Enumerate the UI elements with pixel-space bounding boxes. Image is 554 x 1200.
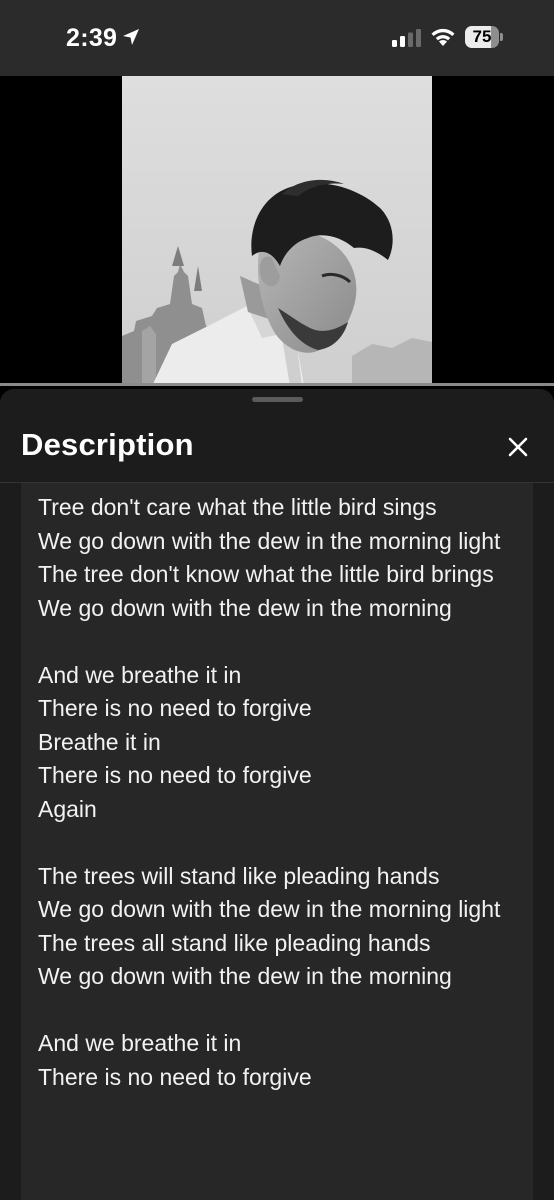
location-arrow-icon: [123, 29, 139, 45]
description-line: We go down with the dew in the morning l…: [38, 527, 501, 554]
description-line: The trees all stand like pleading hands: [38, 929, 431, 956]
description-line: We go down with the dew in the morning l…: [38, 896, 501, 922]
description-line: We go down with the dew in the morning: [38, 963, 452, 989]
description-sheet: Description Tree don't care what the lit…: [0, 389, 554, 1200]
video-progress-bar[interactable]: [0, 383, 554, 386]
description-line: Again: [38, 795, 97, 822]
description-line: There is no need to forgive: [38, 762, 312, 788]
sheet-title: Description: [21, 427, 194, 462]
description-line: There is no need to forgive: [38, 1063, 312, 1090]
close-icon: [508, 437, 528, 457]
status-time: 2:39: [66, 24, 118, 52]
description-line: And we breathe it in: [38, 661, 242, 688]
cellular-signal-icon: [392, 29, 421, 47]
description-line: There is no need to forgive: [38, 695, 312, 721]
status-bar: 2:39 75: [0, 0, 554, 76]
description-line: We go down with the dew in the morning: [38, 594, 452, 621]
description-line: The trees will stand like pleading hands: [38, 862, 440, 889]
description-line: And we breathe it in: [38, 1030, 242, 1056]
battery-level: 75: [472, 27, 492, 46]
description-card: Tree don't care what the little bird sin…: [21, 483, 533, 1200]
man-portrait-image: [122, 76, 432, 386]
description-line: Tree don't care what the little bird sin…: [38, 494, 437, 520]
battery-icon: 75: [465, 26, 503, 48]
description-line: The tree don't know what the little bird…: [38, 561, 494, 587]
video-thumbnail[interactable]: [122, 76, 432, 386]
video-player[interactable]: [0, 76, 554, 386]
wifi-icon: [431, 28, 455, 46]
screen: 2:39 75 Description Tree don't care what…: [0, 0, 554, 1200]
sheet-drag-handle[interactable]: [252, 397, 303, 402]
description-line: Breathe it in: [38, 728, 161, 755]
description-text: Tree don't care what the little bird sin…: [38, 491, 508, 1094]
close-button[interactable]: [500, 429, 536, 465]
